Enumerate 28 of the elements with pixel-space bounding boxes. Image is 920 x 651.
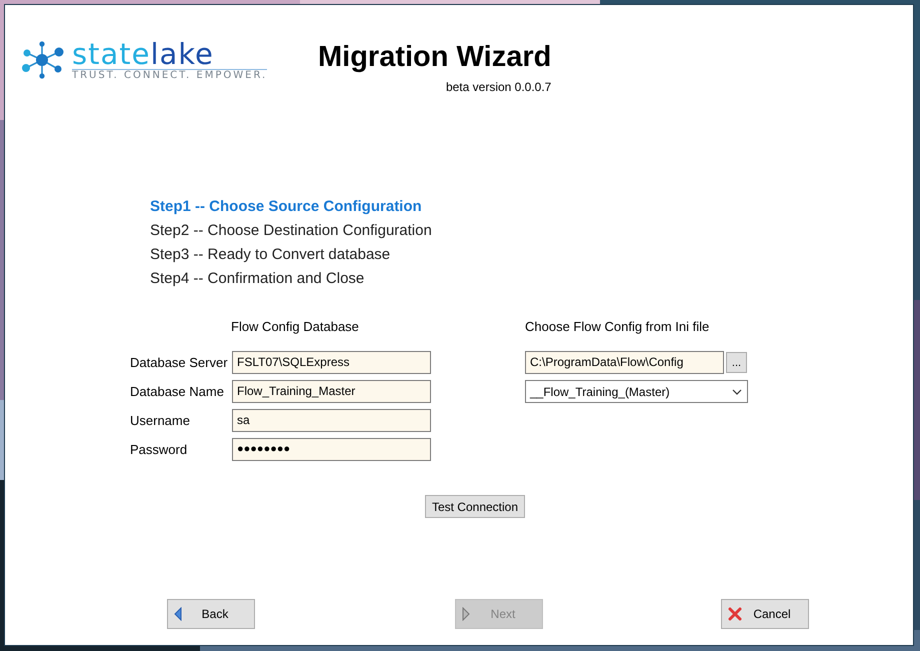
field-label: Password	[130, 442, 188, 457]
path-field[interactable]: C:\ProgramData\Flow\Config	[525, 351, 724, 374]
step-label: Step1 -- Choose Source Configuration	[150, 197, 422, 217]
version-label: beta version 0.0.0.7	[446, 80, 552, 94]
window-title: Migration Wizard	[318, 41, 552, 74]
logo-wordmark: statelake	[72, 39, 214, 69]
text-field[interactable]: FSLT07\SQLExpress	[232, 351, 431, 374]
step-label: Step2 -- Choose Destination Configuration	[150, 221, 432, 241]
test-connection-button[interactable]: Test Connection	[424, 495, 526, 518]
password-field[interactable]: ●●●●●●●●	[232, 438, 431, 461]
section-heading: Choose Flow Config from Ini file	[525, 319, 710, 334]
step-label: Step4 -- Confirmation and Close	[150, 269, 364, 289]
close-icon	[728, 607, 742, 621]
browse-button[interactable]: ...	[726, 352, 747, 373]
field-label: Database Name	[130, 384, 225, 399]
right-triangle-icon	[462, 607, 470, 621]
text-field[interactable]: Flow_Training_Master	[232, 380, 431, 403]
config-dropdown[interactable]: __Flow_Training_(Master)	[525, 380, 748, 403]
cancel-button[interactable]: Cancel	[721, 599, 809, 629]
back-button[interactable]: Back	[167, 599, 255, 629]
section-heading: Flow Config Database	[231, 319, 359, 334]
step-label: Step3 -- Ready to Convert database	[150, 245, 390, 265]
text-field[interactable]: sa	[232, 409, 431, 432]
chevron-down-icon	[732, 388, 742, 394]
field-label: Database Server	[130, 355, 229, 370]
logo-tagline: TRUST. CONNECT. EMPOWER.	[72, 69, 268, 81]
field-label: Username	[130, 413, 191, 428]
left-triangle-icon	[174, 607, 182, 621]
